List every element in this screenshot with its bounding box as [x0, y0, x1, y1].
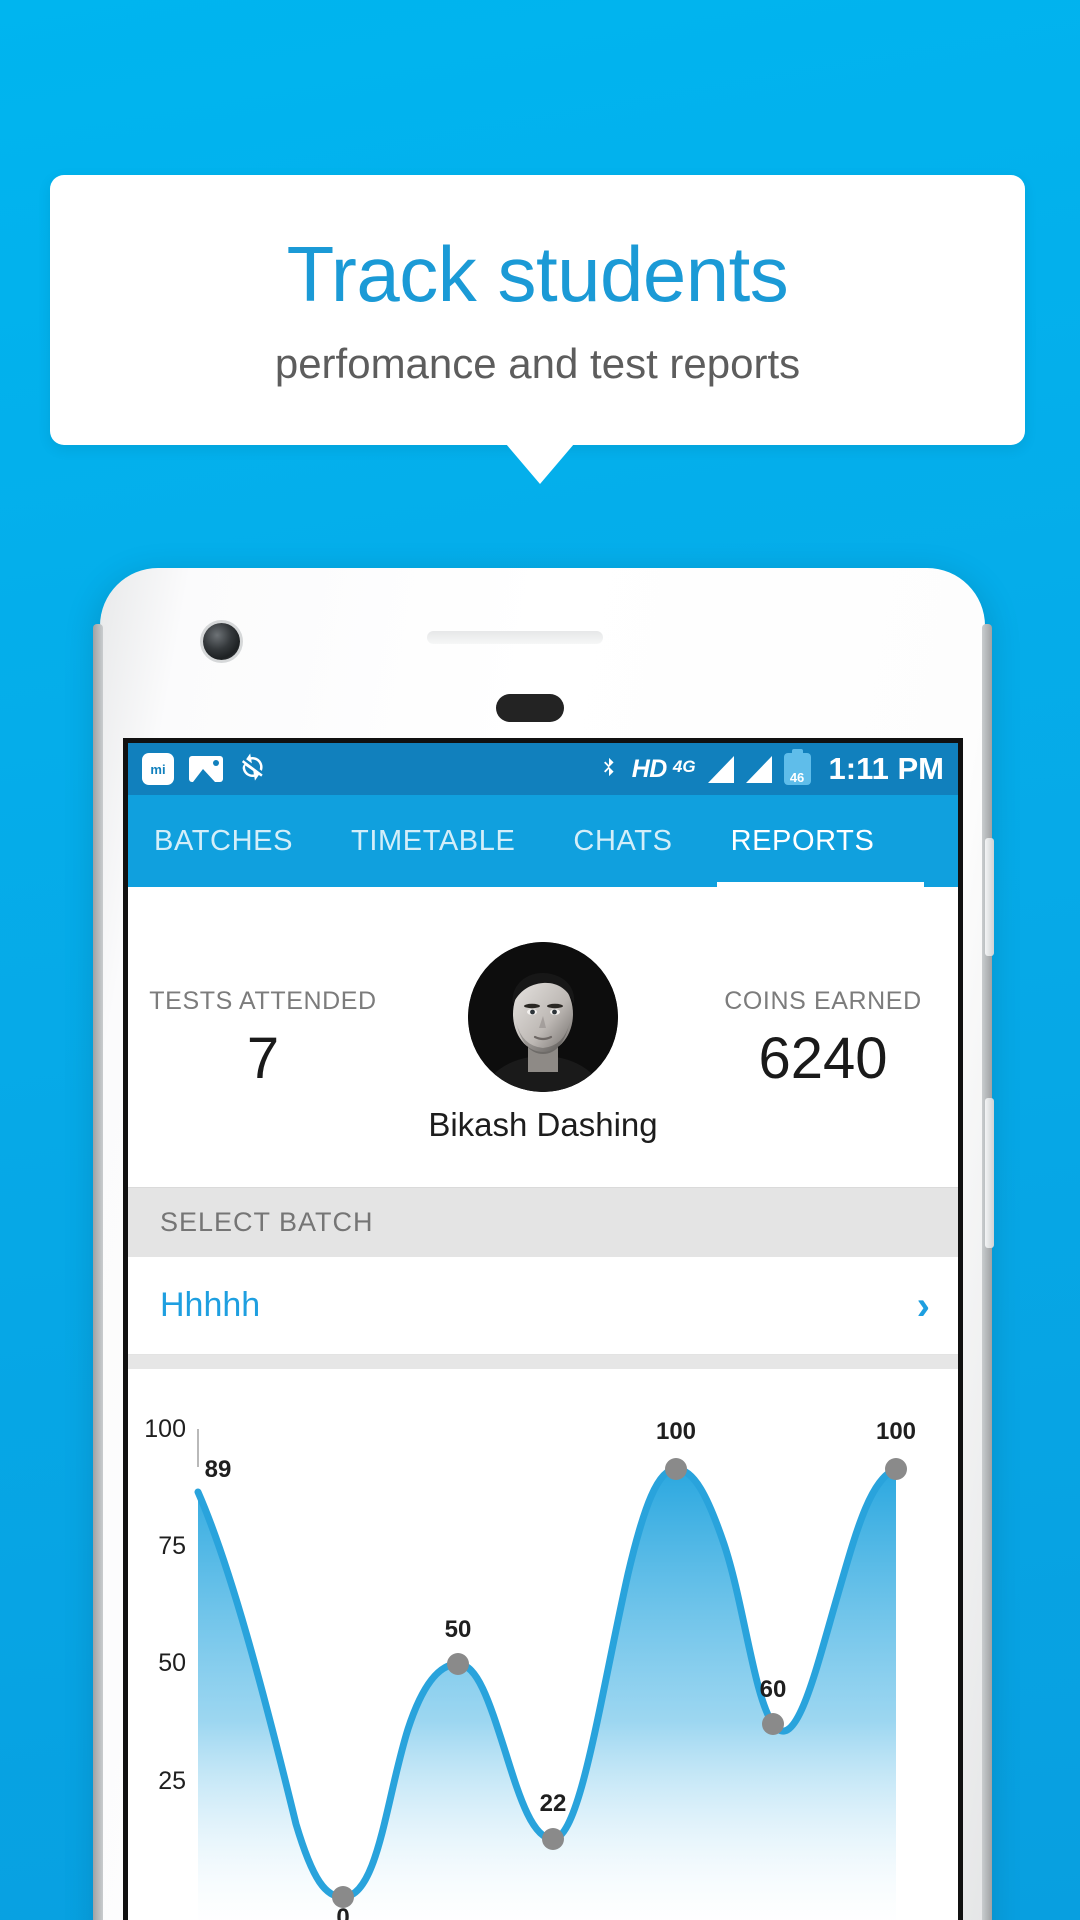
home-button[interactable] [496, 694, 564, 722]
performance-chart: 100 75 50 25 89 0 50 22 100 60 100 [128, 1369, 958, 1920]
point-label-2: 50 [445, 1616, 472, 1643]
chevron-right-icon[interactable]: › [917, 1286, 930, 1326]
point-label-0: 89 [205, 1456, 232, 1483]
performance-chart-svg: 100 75 50 25 89 0 50 22 100 60 100 [144, 1415, 916, 1920]
phone-screen: mi HD 4G 46 1:11 PM BATCHES TIMETABLE CH… [123, 738, 963, 1920]
coins-earned-label: COINS EARNED [724, 986, 922, 1015]
promo-screenshot: Track students perfomance and test repor… [0, 0, 1080, 1920]
profile-summary: TESTS ATTENDED 7 Bikash Dashing COINS EA… [128, 887, 958, 1187]
mi-app-label: mi [150, 761, 166, 777]
promo-subtitle: perfomance and test reports [274, 340, 801, 387]
section-divider [128, 1355, 958, 1369]
coins-earned-value: 6240 [758, 1025, 888, 1091]
data-point-marker[interactable] [542, 1828, 564, 1850]
promo-callout-tail [506, 444, 574, 484]
promo-title: Track students [286, 230, 789, 318]
tab-chats[interactable]: CHATS [573, 795, 672, 887]
signal-strength-icon-1 [707, 755, 734, 783]
point-label-3: 22 [540, 1790, 567, 1817]
point-label-4: 100 [656, 1418, 696, 1445]
selected-batch-name: Hhhhh [160, 1286, 261, 1324]
tab-reports[interactable]: REPORTS [716, 795, 925, 887]
bluetooth-icon [598, 752, 620, 787]
phone-left-rail [93, 624, 103, 1920]
point-label-6: 100 [876, 1418, 916, 1445]
tab-timetable[interactable]: TIMETABLE [351, 795, 515, 887]
data-point-marker[interactable] [665, 1458, 687, 1480]
tab-bar: BATCHES TIMETABLE CHATS REPORTS [128, 795, 958, 887]
data-point-marker[interactable] [447, 1653, 469, 1675]
data-point-marker[interactable] [762, 1713, 784, 1735]
y-tick-75: 75 [158, 1532, 186, 1560]
phone-right-rail [982, 624, 992, 1920]
battery-icon: 46 [783, 749, 811, 785]
status-bar-notifications: mi [142, 752, 268, 787]
volume-button[interactable] [985, 838, 994, 956]
batch-selector-row[interactable]: Hhhhh › [128, 1257, 958, 1355]
status-bar: mi HD 4G 46 1:11 PM [128, 743, 958, 795]
avatar[interactable] [467, 942, 618, 1092]
status-bar-clock: 1:11 PM [828, 751, 944, 786]
student-name: Bikash Dashing [428, 1106, 658, 1143]
battery-level-label: 46 [789, 770, 805, 785]
promo-callout: Track students perfomance and test repor… [50, 175, 1025, 445]
network-type-icon: 4G [672, 757, 696, 776]
data-point-marker[interactable] [885, 1458, 907, 1480]
front-camera-icon [203, 623, 240, 660]
hd-voice-icon: HD [631, 754, 668, 783]
student-profile: Bikash Dashing [428, 942, 658, 1144]
tests-attended-stat: TESTS ATTENDED 7 [148, 987, 378, 1088]
gallery-icon [189, 756, 223, 782]
select-batch-header: SELECT BATCH [128, 1187, 958, 1257]
mi-app-icon: mi [142, 753, 174, 785]
signal-strength-icon-2 [745, 755, 772, 783]
power-button[interactable] [985, 1098, 994, 1248]
y-tick-100: 100 [144, 1415, 186, 1443]
y-tick-50: 50 [158, 1649, 186, 1677]
earpiece-speaker [427, 631, 603, 644]
sync-disabled-icon [235, 749, 271, 789]
coins-earned-stat: COINS EARNED 6240 [708, 987, 938, 1088]
y-tick-25: 25 [158, 1767, 186, 1795]
tab-batches[interactable]: BATCHES [154, 795, 293, 887]
status-bar-system-icons: HD 4G 46 1:11 PM [598, 749, 944, 787]
point-label-1: 0 [336, 1904, 349, 1920]
phone-mockup: mi HD 4G 46 1:11 PM BATCHES TIMETABLE CH… [93, 568, 994, 1920]
tests-attended-label: TESTS ATTENDED [149, 986, 377, 1015]
tests-attended-value: 7 [246, 1025, 280, 1091]
point-label-5: 60 [760, 1676, 787, 1703]
